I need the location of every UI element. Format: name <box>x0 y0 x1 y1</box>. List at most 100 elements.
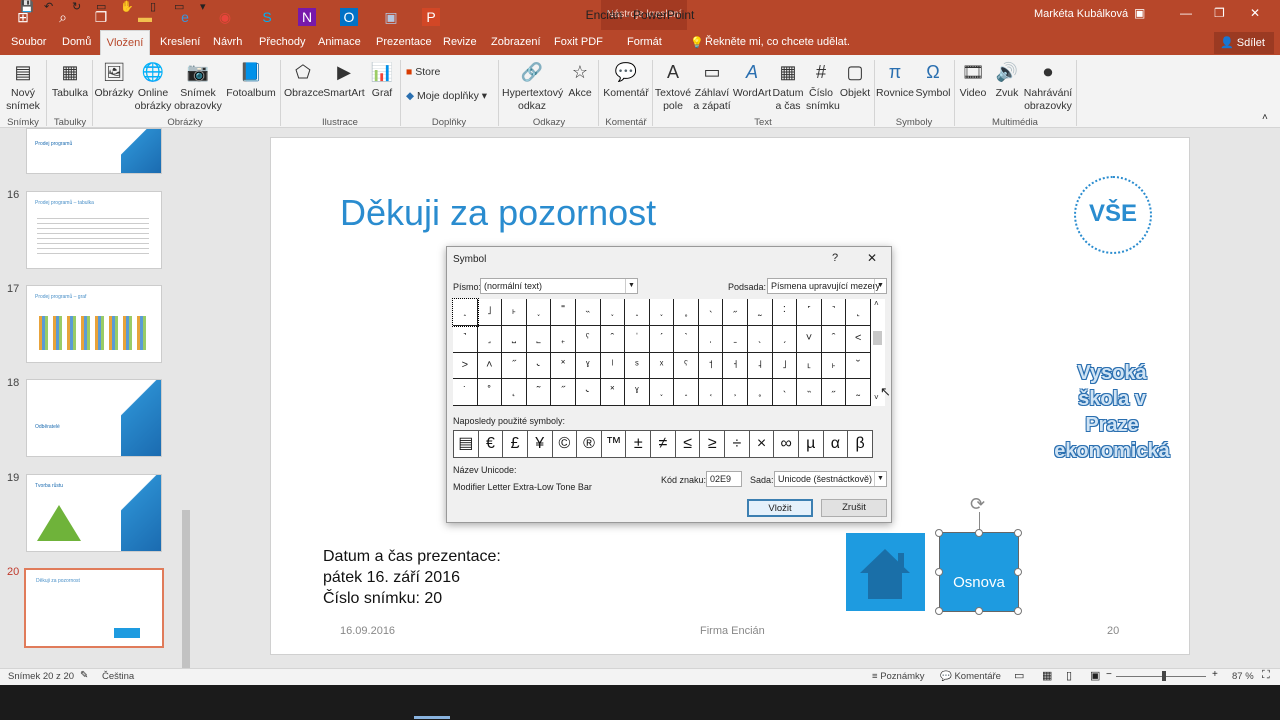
recent-symbol-cell[interactable]: ÷ <box>725 430 750 458</box>
symbol-cell[interactable]: ˵ <box>575 299 601 326</box>
tab-zobrazeni[interactable]: Zobrazení <box>491 36 541 48</box>
symbol-cell[interactable]: ˡ <box>600 352 626 380</box>
char-code-input[interactable]: 02E9 <box>706 471 742 487</box>
symbol-cell[interactable]: ˞ <box>575 379 601 406</box>
tab-prezentace[interactable]: Prezentace <box>376 36 432 48</box>
recent-symbol-cell[interactable]: ¥ <box>527 430 553 458</box>
zoom-out-icon[interactable]: − <box>1106 669 1112 680</box>
symbol-cell[interactable]: ˟ <box>551 352 576 380</box>
wordart-text[interactable]: Vysoká škola v Praze ekonomická <box>1052 360 1172 464</box>
powerpoint-icon[interactable]: P <box>422 8 440 26</box>
notes-button[interactable]: ≡ Poznámky <box>872 671 925 682</box>
symbol-cell[interactable]: ˯ <box>649 379 675 406</box>
resize-handle[interactable] <box>935 568 943 576</box>
scroll-up-icon[interactable]: ˄ <box>874 299 879 308</box>
resize-handle[interactable] <box>1014 607 1022 615</box>
symbol-cell[interactable]: ˅ <box>797 325 822 353</box>
symbol-cell[interactable]: ˾ <box>526 325 552 353</box>
tab-kresleni[interactable]: Kreslení <box>160 36 200 48</box>
ribbon-display-options-icon[interactable]: ▣ <box>1134 6 1145 20</box>
online-pictures-button[interactable]: 🌐 Online obrázky <box>134 60 172 113</box>
symbol-cell[interactable]: ˈ <box>625 325 650 353</box>
symbol-grid[interactable]: ˰ ˩ ˫ ˯ ˭ ˵ ˯ ˰ ˯ ˳ ˴ ˶ ˷ ˸ ˹ ˺ ˻ ˺ ˼ ˽ ˾ ˿ ˁ ˆ ˈ ˊ ˋ ˌ ˍ ˎ ˏ ˅ ˆ ˂ ˃ ˄ ˝ ˞ ˟ ˠ… <box>452 298 871 406</box>
symbol-cell[interactable]: ˏ <box>772 325 798 353</box>
zoom-level[interactable]: 87 % <box>1232 671 1254 682</box>
minimize-icon[interactable]: — <box>1180 6 1192 20</box>
tab-animace[interactable]: Animace <box>318 36 361 48</box>
symbol-cell[interactable]: ˁ <box>575 325 601 353</box>
symbol-cell[interactable]: ˢ <box>625 352 650 380</box>
symbol-cell[interactable]: ˝ <box>551 379 576 406</box>
symbol-cell[interactable]: ˊ <box>649 325 675 353</box>
symbol-cell[interactable]: ˌ <box>698 325 724 353</box>
symbol-cell[interactable]: ˋ <box>674 325 699 353</box>
recent-symbol-cell[interactable]: ± <box>626 430 652 458</box>
tab-navrh[interactable]: Návrh <box>213 36 242 48</box>
editor-scrollbar[interactable] <box>1264 128 1278 668</box>
recent-symbol-cell[interactable]: α <box>823 430 849 458</box>
resize-handle[interactable] <box>935 529 943 537</box>
symbol-cell[interactable]: ˦ <box>698 352 724 380</box>
symbol-cell[interactable]: ˙ <box>453 379 478 406</box>
slide-thumbnail-selected[interactable]: Děkuji za pozornost <box>24 568 164 648</box>
resize-handle[interactable] <box>935 607 943 615</box>
symbol-cell[interactable]: ˠ <box>625 379 650 406</box>
recent-symbol-cell[interactable]: € <box>478 430 504 458</box>
symbol-cell[interactable]: ˂ <box>846 325 871 353</box>
text-box-button[interactable]: A Textové pole <box>654 60 692 113</box>
symbol-cell[interactable]: ˳ <box>748 379 773 406</box>
slide-sorter-icon[interactable]: ▦ <box>1042 669 1052 682</box>
proofing-icon[interactable]: ✎ <box>80 670 88 681</box>
tab-domu[interactable]: Domů <box>62 36 91 48</box>
comments-button[interactable]: 💬 Komentáře <box>940 671 1001 682</box>
zoom-slider[interactable] <box>1116 676 1206 677</box>
set-select[interactable]: Unicode (šestnáctkově) ▼ <box>774 471 887 487</box>
symbol-cell[interactable]: ˺ <box>821 299 847 326</box>
recent-symbol-cell[interactable]: µ <box>798 430 824 458</box>
symbol-cell[interactable]: ˪ <box>797 352 822 380</box>
symbol-cell[interactable]: ˻ <box>846 299 871 326</box>
symbol-cell[interactable]: ˹ <box>797 299 822 326</box>
symbol-cell[interactable]: ˯ <box>526 299 552 326</box>
symbol-cell[interactable]: ˨ <box>748 352 773 380</box>
symbol-cell[interactable]: ˃ <box>453 352 478 380</box>
symbol-cell[interactable]: ˵ <box>797 379 822 406</box>
windows-start-icon[interactable]: ⊞ <box>14 8 32 26</box>
insert-button[interactable]: Vložit <box>747 499 813 517</box>
chrome-icon[interactable]: ◉ <box>216 8 234 26</box>
table-button[interactable]: ▦ Tabulka <box>50 60 90 100</box>
scrollbar-thumb[interactable] <box>873 331 882 345</box>
chart-button[interactable]: 📊 Graf <box>368 60 396 100</box>
hyperlink-button[interactable]: 🔗 Hypertextový odkaz <box>502 60 563 113</box>
symbol-cell[interactable]: ˄ <box>477 352 503 380</box>
symbol-cell[interactable]: ˣ <box>649 352 675 380</box>
symbol-cell[interactable]: ˫ <box>502 299 527 326</box>
symbol-cell[interactable]: ˫ <box>821 352 847 380</box>
symbol-cell[interactable]: ˟ <box>600 379 626 406</box>
screen-recording-button[interactable]: ⏺ Nahrávání obrazovky <box>1022 60 1074 113</box>
symbol-cell[interactable]: ˆ <box>821 325 847 353</box>
symbol-cell[interactable]: ˲ <box>723 379 749 406</box>
symbol-cell[interactable]: ˤ <box>674 352 699 380</box>
symbol-cell[interactable]: ˯ <box>600 299 626 326</box>
symbol-cell[interactable]: ˱ <box>698 379 724 406</box>
rotate-handle-icon[interactable]: ⟳ <box>970 494 985 515</box>
symbol-cell[interactable]: ˆ <box>600 325 626 353</box>
symbol-cell[interactable]: ˎ <box>748 325 773 353</box>
user-name[interactable]: Markéta Kubálková <box>1034 8 1128 20</box>
thumbnail-scrollbar[interactable] <box>180 128 192 686</box>
share-button[interactable]: 👤 Sdílet <box>1214 32 1274 54</box>
header-footer-button[interactable]: ▭ Záhlaví a zápatí <box>692 60 732 113</box>
slide-title[interactable]: Děkuji za pozornost <box>340 192 656 234</box>
help-button[interactable]: ? <box>832 252 838 264</box>
chevron-down-icon[interactable]: ▼ <box>874 472 886 486</box>
onenote-icon[interactable]: N <box>298 8 316 26</box>
wordart-button[interactable]: A WordArt <box>732 60 772 100</box>
action-button[interactable]: ☆ Akce <box>566 60 594 100</box>
symbol-cell[interactable]: ˰ <box>452 298 479 327</box>
slide-thumbnail[interactable]: Odběratelé <box>26 379 162 457</box>
recent-symbol-cell[interactable]: × <box>749 430 775 458</box>
symbol-cell[interactable]: ˯ <box>649 299 675 326</box>
symbol-cell[interactable]: ˼ <box>477 325 503 353</box>
task-view-icon[interactable]: ❐ <box>92 8 110 26</box>
